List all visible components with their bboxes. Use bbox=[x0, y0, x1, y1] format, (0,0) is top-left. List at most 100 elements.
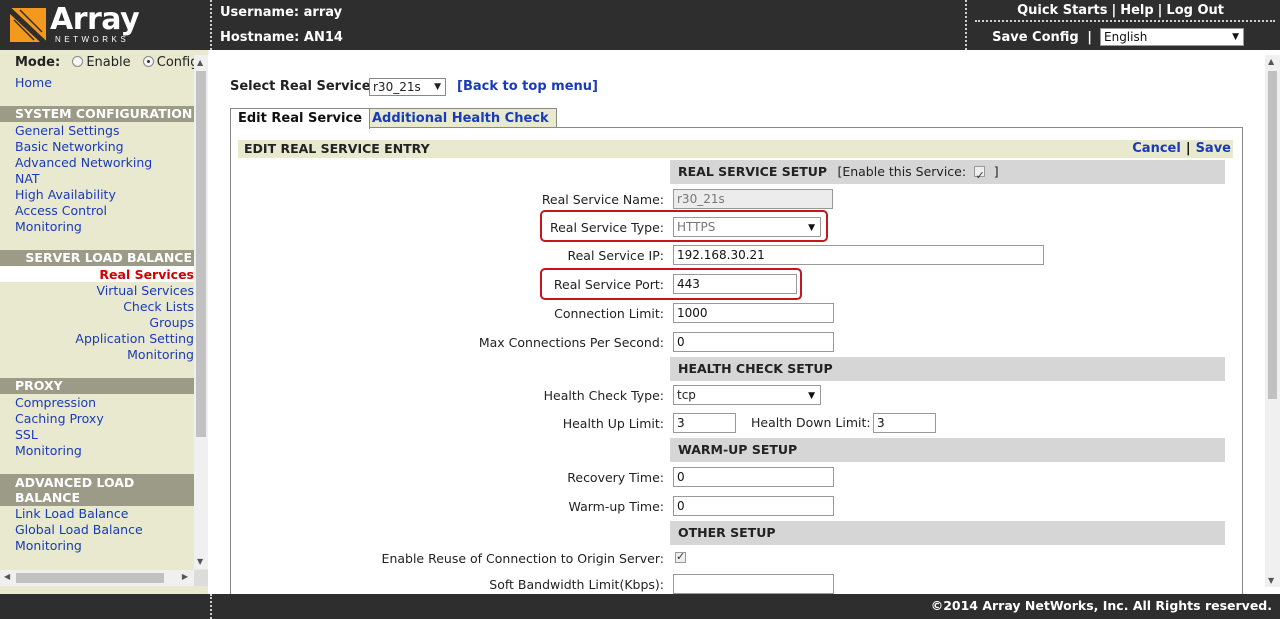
entry-actions: Cancel | Save bbox=[1132, 141, 1231, 156]
save-config-area: Save Config | bbox=[992, 30, 1092, 45]
connection-limit-label: Connection Limit: bbox=[554, 306, 664, 321]
sidebar-hscroll-thumb[interactable] bbox=[16, 573, 164, 583]
header-links: Quick Starts | Help | Log Out bbox=[1017, 3, 1224, 18]
logo-subtitle: NETWORKS bbox=[55, 35, 130, 44]
section-real-service-setup-title: REAL SERVICE SETUP bbox=[678, 164, 828, 179]
real-service-port-label: Real Service Port: bbox=[553, 277, 664, 292]
quick-starts-link[interactable]: Quick Starts bbox=[1017, 3, 1107, 18]
sidebar-item-home[interactable]: Home bbox=[15, 75, 52, 90]
health-down-limit-input[interactable]: 3 bbox=[873, 413, 936, 433]
sidebar-item-nat[interactable]: NAT bbox=[15, 171, 40, 186]
scroll-down-icon[interactable]: ▼ bbox=[197, 557, 203, 566]
enable-service-checkbox[interactable] bbox=[974, 164, 986, 188]
sidebar-item-high-availability[interactable]: High Availability bbox=[15, 187, 116, 202]
sidebar-item-access-control[interactable]: Access Control bbox=[15, 203, 107, 218]
edit-real-service-panel: EDIT REAL SERVICE ENTRY Cancel | Save REAL… bbox=[230, 127, 1243, 594]
health-check-type-label: Health Check Type: bbox=[543, 388, 664, 403]
array-logo-icon bbox=[9, 7, 47, 43]
sidebar-item-general-settings[interactable]: General Settings bbox=[15, 123, 120, 138]
soft-bandwidth-input[interactable] bbox=[673, 574, 834, 594]
save-config-separator: | bbox=[1087, 30, 1092, 45]
sidebar: Mode: Enable Config Home SYSTEM CONFIGUR… bbox=[0, 50, 208, 594]
warm-up-time-input[interactable]: 0 bbox=[673, 496, 834, 516]
scroll-up-icon[interactable]: ▲ bbox=[197, 58, 203, 67]
section-health-check-setup: HEALTH CHECK SETUP bbox=[670, 357, 1225, 381]
logo-wordmark: Array bbox=[50, 2, 140, 37]
back-to-top-menu-link[interactable]: [Back to top menu] bbox=[457, 79, 598, 94]
select-real-service-label: Select Real Service: bbox=[230, 79, 376, 94]
sidebar-item-virtual-services[interactable]: Virtual Services bbox=[96, 283, 194, 298]
mode-config-radio[interactable] bbox=[142, 56, 154, 67]
enable-service-prefix: [Enable this Service: bbox=[837, 164, 967, 179]
real-service-ip-label: Real Service IP: bbox=[567, 248, 664, 263]
save-config-link[interactable]: Save Config bbox=[992, 30, 1079, 45]
connection-limit-input[interactable]: 1000 bbox=[673, 303, 834, 323]
health-up-limit-input[interactable]: 3 bbox=[673, 413, 736, 433]
health-check-type-value: tcp bbox=[677, 388, 696, 402]
real-service-port-input[interactable]: 443 bbox=[673, 274, 797, 294]
mode-enable-radio[interactable] bbox=[72, 56, 84, 67]
sidebar-item-advanced-networking[interactable]: Advanced Networking bbox=[15, 155, 152, 170]
header-divider-right bbox=[965, 0, 967, 50]
sidebar-vertical-scrollbar[interactable]: ▲ ▼ bbox=[194, 55, 208, 569]
sidebar-item-proxy-monitoring[interactable]: Monitoring bbox=[15, 443, 82, 458]
sidebar-item-compression[interactable]: Compression bbox=[15, 395, 96, 410]
mode-switch: Mode: Enable Config bbox=[15, 55, 198, 70]
scroll-down-icon[interactable]: ▼ bbox=[1268, 576, 1274, 585]
real-service-type-value: HTTPS bbox=[677, 220, 716, 234]
sidebar-item-system-monitoring[interactable]: Monitoring bbox=[15, 219, 82, 234]
hostname-label: Hostname: AN14 bbox=[220, 30, 343, 45]
sidebar-item-ssl[interactable]: SSL bbox=[15, 427, 38, 442]
sidebar-horizontal-scrollbar[interactable]: ◀ ▶ bbox=[0, 570, 194, 586]
health-down-limit-label: Health Down Limit: bbox=[751, 415, 871, 430]
recovery-time-input[interactable]: 0 bbox=[673, 467, 834, 487]
username-label: Username: array bbox=[220, 5, 343, 20]
log-out-link[interactable]: Log Out bbox=[1166, 3, 1224, 18]
sidebar-item-caching-proxy[interactable]: Caching Proxy bbox=[15, 411, 104, 426]
health-check-type-select[interactable]: tcp ▼ bbox=[673, 385, 821, 405]
sidebar-item-global-load-balance[interactable]: Global Load Balance bbox=[15, 522, 143, 537]
reuse-connection-checkbox[interactable] bbox=[675, 550, 686, 563]
sidebar-item-groups[interactable]: Groups bbox=[149, 315, 194, 330]
language-select-value: English bbox=[1104, 30, 1148, 44]
real-service-type-select[interactable]: HTTPS ▼ bbox=[673, 217, 821, 237]
copyright-text: ©2014 Array NetWorks, Inc. All Rights re… bbox=[930, 598, 1272, 613]
sidebar-item-link-load-balance[interactable]: Link Load Balance bbox=[15, 506, 128, 521]
scrollbar-corner bbox=[194, 570, 208, 586]
sidebar-scroll-thumb[interactable] bbox=[196, 71, 206, 437]
tab-edit-real-service[interactable]: Edit Real Service bbox=[230, 108, 371, 129]
scroll-right-icon[interactable]: ▶ bbox=[182, 572, 188, 581]
sidebar-section-proxy: PROXY bbox=[0, 378, 194, 394]
sidebar-item-slb-monitoring[interactable]: Monitoring bbox=[127, 347, 194, 362]
main-scroll-thumb[interactable] bbox=[1268, 71, 1277, 399]
footer-divider bbox=[210, 594, 212, 619]
cancel-link[interactable]: Cancel bbox=[1132, 141, 1181, 156]
real-service-select-value: r30_21s bbox=[373, 80, 421, 94]
sidebar-item-check-lists[interactable]: Check Lists bbox=[123, 299, 194, 314]
footer: ©2014 Array NetWorks, Inc. All Rights re… bbox=[0, 594, 1280, 619]
real-service-select[interactable]: r30_21s ▼ bbox=[369, 78, 446, 96]
section-other-setup: OTHER SETUP bbox=[670, 521, 1225, 545]
sidebar-item-real-services[interactable]: Real Services bbox=[99, 267, 194, 282]
max-cps-input[interactable]: 0 bbox=[673, 332, 834, 352]
recovery-time-label: Recovery Time: bbox=[567, 470, 664, 485]
health-up-limit-label: Health Up Limit: bbox=[562, 416, 664, 431]
header-divider-left bbox=[210, 0, 212, 50]
scroll-up-icon[interactable]: ▲ bbox=[1268, 57, 1274, 66]
real-service-ip-input[interactable]: 192.168.30.21 bbox=[673, 245, 1044, 265]
sidebar-item-basic-networking[interactable]: Basic Networking bbox=[15, 139, 124, 154]
scroll-left-icon[interactable]: ◀ bbox=[4, 572, 10, 581]
mode-enable-label: Enable bbox=[86, 55, 131, 70]
main-vertical-scrollbar[interactable]: ▲ ▼ bbox=[1265, 55, 1280, 587]
section-real-service-setup: REAL SERVICE SETUP [Enable this Service:… bbox=[670, 160, 1225, 188]
save-link[interactable]: Save bbox=[1196, 141, 1231, 156]
sidebar-item-application-setting[interactable]: Application Setting bbox=[75, 331, 194, 346]
real-service-name-label: Real Service Name: bbox=[541, 192, 664, 207]
warm-up-time-label: Warm-up Time: bbox=[568, 499, 664, 514]
mode-label: Mode: bbox=[15, 55, 61, 70]
help-link[interactable]: Help bbox=[1120, 3, 1153, 18]
top-header: Array NETWORKS Username: array Hostname:… bbox=[0, 0, 1280, 50]
sidebar-item-alb-monitoring[interactable]: Monitoring bbox=[15, 538, 82, 553]
tab-additional-health-check[interactable]: Additional Health Check bbox=[364, 108, 557, 128]
language-select[interactable]: English ▼ bbox=[1100, 28, 1244, 46]
